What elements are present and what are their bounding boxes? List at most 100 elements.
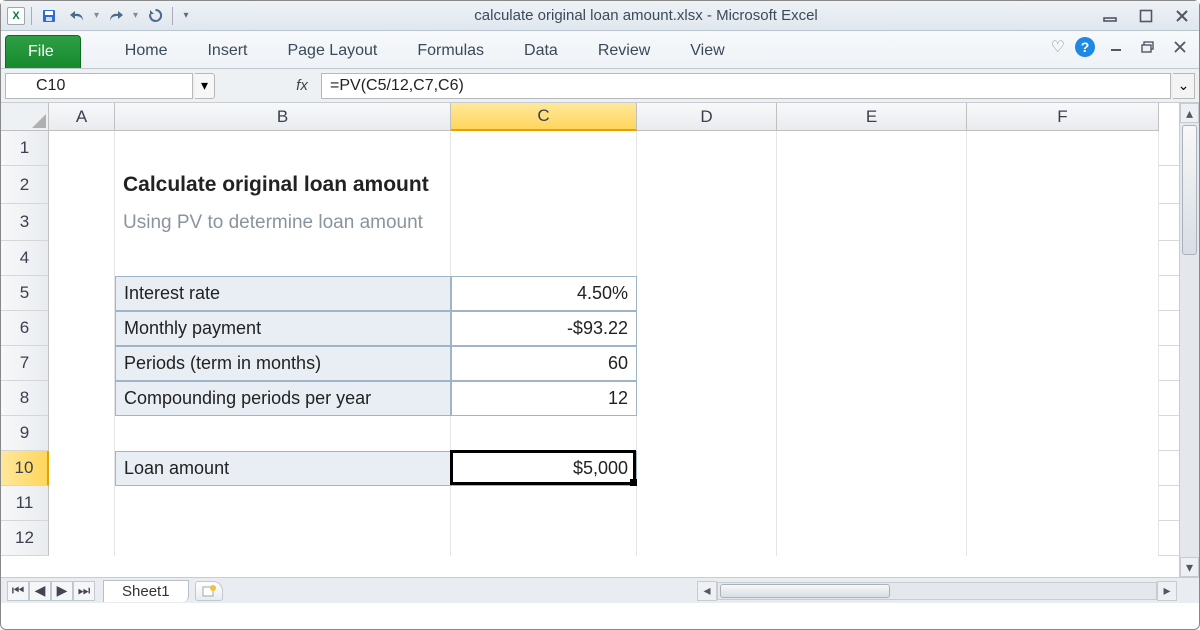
cell-D11[interactable] — [637, 486, 777, 521]
cell-B6[interactable]: Monthly payment — [115, 311, 451, 346]
column-header-B[interactable]: B — [115, 103, 451, 131]
file-tab[interactable]: File — [5, 35, 81, 68]
cell-D7[interactable] — [637, 346, 777, 381]
cell-F10[interactable] — [967, 451, 1159, 486]
cell-A6[interactable] — [49, 311, 115, 346]
cell-D12[interactable] — [637, 521, 777, 556]
cell-F4[interactable] — [967, 241, 1159, 276]
cell-D1[interactable] — [637, 131, 777, 166]
row-header-8[interactable]: 8 — [1, 381, 49, 416]
tab-review[interactable]: Review — [578, 34, 670, 68]
cell-C11[interactable] — [451, 486, 637, 521]
cell-E1[interactable] — [777, 131, 967, 166]
cell-C1[interactable] — [451, 131, 637, 166]
cell-E5[interactable] — [777, 276, 967, 311]
repeat-button[interactable] — [144, 5, 166, 27]
cell-E2[interactable] — [777, 166, 967, 204]
tab-view[interactable]: View — [670, 34, 744, 68]
horizontal-scroll-thumb[interactable] — [720, 584, 890, 598]
row-header-1[interactable]: 1 — [1, 131, 49, 166]
cell-A4[interactable] — [49, 241, 115, 276]
cell-B8[interactable]: Compounding periods per year — [115, 381, 451, 416]
cell-D2[interactable] — [637, 166, 777, 204]
cell-F2[interactable] — [967, 166, 1159, 204]
cell-D3[interactable] — [637, 204, 777, 241]
workbook-close-button[interactable] — [1169, 38, 1191, 56]
row-header-11[interactable]: 11 — [1, 486, 49, 521]
sheet-nav-last-button[interactable]: ⏭ — [73, 581, 95, 601]
cell-A8[interactable] — [49, 381, 115, 416]
cell-B5[interactable]: Interest rate — [115, 276, 451, 311]
row-header-10[interactable]: 10 — [1, 451, 49, 486]
column-header-F[interactable]: F — [967, 103, 1159, 131]
cell-F8[interactable] — [967, 381, 1159, 416]
cell-E8[interactable] — [777, 381, 967, 416]
cell-F9[interactable] — [967, 416, 1159, 451]
cell-A9[interactable] — [49, 416, 115, 451]
help-button[interactable]: ? — [1075, 37, 1095, 57]
name-box-dropdown[interactable]: ▾ — [195, 73, 215, 99]
sheet-nav-next-button[interactable]: ▶ — [51, 581, 73, 601]
cell-F6[interactable] — [967, 311, 1159, 346]
formula-input[interactable]: =PV(C5/12,C7,C6) — [321, 73, 1171, 99]
row-header-3[interactable]: 3 — [1, 204, 49, 241]
workbook-minimize-button[interactable] — [1105, 38, 1127, 56]
cell-D10[interactable] — [637, 451, 777, 486]
cell-F11[interactable] — [967, 486, 1159, 521]
cell-E7[interactable] — [777, 346, 967, 381]
cell-E11[interactable] — [777, 486, 967, 521]
cell-A12[interactable] — [49, 521, 115, 556]
cell-E3[interactable] — [777, 204, 967, 241]
cell-A3[interactable] — [49, 204, 115, 241]
close-button[interactable] — [1171, 7, 1193, 25]
row-header-4[interactable]: 4 — [1, 241, 49, 276]
cell-F7[interactable] — [967, 346, 1159, 381]
scroll-right-button[interactable]: ▸ — [1157, 581, 1177, 601]
row-header-9[interactable]: 9 — [1, 416, 49, 451]
tab-data[interactable]: Data — [504, 34, 578, 68]
cell-F1[interactable] — [967, 131, 1159, 166]
column-header-D[interactable]: D — [637, 103, 777, 131]
cell-C3[interactable] — [451, 204, 637, 241]
scroll-up-button[interactable]: ▴ — [1180, 103, 1199, 123]
redo-button[interactable] — [105, 5, 127, 27]
cell-D6[interactable] — [637, 311, 777, 346]
cell-C12[interactable] — [451, 521, 637, 556]
cell-B12[interactable] — [115, 521, 451, 556]
maximize-button[interactable] — [1135, 7, 1157, 25]
scroll-left-button[interactable]: ◂ — [697, 581, 717, 601]
cell-D8[interactable] — [637, 381, 777, 416]
cell-A2[interactable] — [49, 166, 115, 204]
sheet-nav-first-button[interactable]: ⏮ — [7, 581, 29, 601]
formula-bar-expand-button[interactable]: ⌄ — [1173, 73, 1195, 99]
undo-button[interactable] — [66, 5, 88, 27]
cell-B3[interactable]: Using PV to determine loan amount — [115, 204, 451, 241]
sheet-tab-sheet1[interactable]: Sheet1 — [103, 580, 189, 602]
horizontal-scrollbar[interactable]: ◂ ▸ — [697, 581, 1177, 601]
cell-A10[interactable] — [49, 451, 115, 486]
new-sheet-button[interactable] — [195, 581, 223, 601]
cell-E6[interactable] — [777, 311, 967, 346]
sheet-nav-prev-button[interactable]: ◀ — [29, 581, 51, 601]
cell-C6[interactable]: -$93.22 — [451, 311, 637, 346]
cell-F5[interactable] — [967, 276, 1159, 311]
workbook-restore-button[interactable] — [1137, 38, 1159, 56]
save-button[interactable] — [38, 5, 60, 27]
name-box[interactable]: C10 — [5, 73, 193, 99]
cell-D4[interactable] — [637, 241, 777, 276]
cell-B4[interactable] — [115, 241, 451, 276]
cell-C5[interactable]: 4.50% — [451, 276, 637, 311]
cell-C2[interactable] — [451, 166, 637, 204]
scroll-down-button[interactable]: ▾ — [1180, 557, 1199, 577]
tab-formulas[interactable]: Formulas — [397, 34, 504, 68]
cell-A11[interactable] — [49, 486, 115, 521]
cell-A7[interactable] — [49, 346, 115, 381]
tab-page-layout[interactable]: Page Layout — [267, 34, 397, 68]
row-header-7[interactable]: 7 — [1, 346, 49, 381]
column-header-A[interactable]: A — [49, 103, 115, 131]
cell-A1[interactable] — [49, 131, 115, 166]
cell-C7[interactable]: 60 — [451, 346, 637, 381]
cell-C4[interactable] — [451, 241, 637, 276]
vertical-scrollbar[interactable]: ▴ ▾ — [1179, 103, 1199, 577]
cell-B9[interactable] — [115, 416, 451, 451]
